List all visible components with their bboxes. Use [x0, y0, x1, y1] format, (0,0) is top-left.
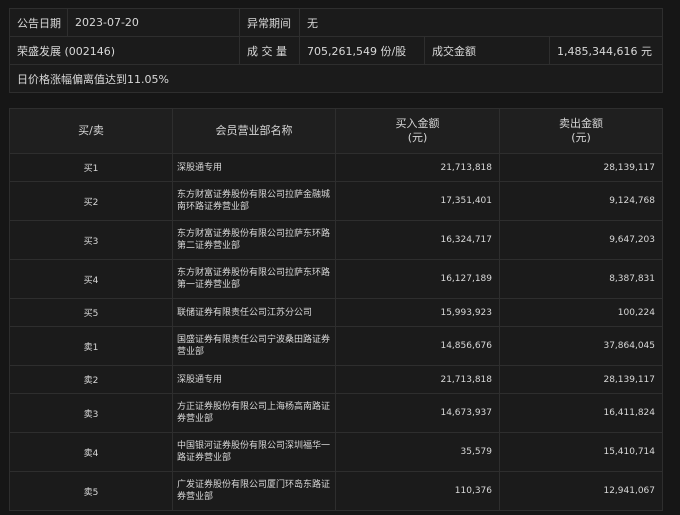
table-row: 卖4 中国银河证券股份有限公司深圳福华一路证券营业部 35,579 15,410… — [9, 432, 663, 472]
row-side: 卖3 — [9, 393, 173, 433]
table-row: 卖2 深股通专用 21,713,818 28,139,117 — [9, 365, 663, 394]
row-sell-amount: 9,124,768 — [499, 181, 663, 221]
row-broker: 深股通专用 — [172, 365, 336, 394]
broker-trades-table: 买/卖 会员营业部名称 买入金额 (元) 卖出金额 (元) 买1 深股通专用 21,… — [9, 108, 663, 511]
row-buy-amount: 14,856,676 — [335, 326, 500, 366]
row-broker: 东方财富证券股份有限公司拉萨金融城南环路证券营业部 — [172, 181, 336, 221]
row-sell-amount: 28,139,117 — [499, 365, 663, 394]
row-broker: 联储证券有限责任公司江苏分公司 — [172, 298, 336, 327]
amount-value: 1,485,344,616 元 — [548, 36, 664, 65]
row-buy-amount: 21,713,818 — [335, 365, 500, 394]
row-side: 买5 — [9, 298, 173, 327]
row-side: 买2 — [9, 181, 173, 221]
row-broker: 方正证券股份有限公司上海杨高南路证券营业部 — [172, 393, 336, 433]
header-sell-unit: (元) — [571, 131, 591, 144]
table-row: 买5 联储证券有限责任公司江苏分公司 15,993,923 100,224 — [9, 298, 663, 327]
row-buy-amount: 110,376 — [335, 471, 500, 511]
row-sell-amount: 8,387,831 — [499, 259, 663, 299]
amount-label: 成交金额 — [424, 36, 550, 65]
row-side: 买4 — [9, 259, 173, 299]
abnormal-reason: 日价格涨幅偏离值达到11.05% — [8, 64, 664, 93]
table-header-row: 买/卖 会员营业部名称 买入金额 (元) 卖出金额 (元) — [9, 108, 663, 154]
row-sell-amount: 16,411,824 — [499, 393, 663, 433]
row-sell-amount: 37,864,045 — [499, 326, 663, 366]
volume-label: 成 交 量 — [239, 36, 300, 65]
row-broker: 国盛证券有限责任公司宁波桑田路证券营业部 — [172, 326, 336, 366]
row-sell-amount: 9,647,203 — [499, 220, 663, 260]
row-side: 卖2 — [9, 365, 173, 394]
row-buy-amount: 21,713,818 — [335, 153, 500, 182]
table-row: 买4 东方财富证券股份有限公司拉萨东环路第一证券营业部 16,127,189 8… — [9, 259, 663, 299]
table-row: 卖1 国盛证券有限责任公司宁波桑田路证券营业部 14,856,676 37,86… — [9, 326, 663, 366]
row-sell-amount: 100,224 — [499, 298, 663, 327]
row-side: 买1 — [9, 153, 173, 182]
row-broker: 中国银河证券股份有限公司深圳福华一路证券营业部 — [172, 432, 336, 472]
row-buy-amount: 15,993,923 — [335, 298, 500, 327]
table-row: 卖5 广发证券股份有限公司厦门环岛东路证券营业部 110,376 12,941,… — [9, 471, 663, 511]
row-broker: 广发证券股份有限公司厦门环岛东路证券营业部 — [172, 471, 336, 511]
row-buy-amount: 16,324,717 — [335, 220, 500, 260]
header-buy-unit: (元) — [407, 131, 428, 144]
header-sell: 卖出金额 (元) — [499, 108, 663, 154]
header-buy: 买入金额 (元) — [335, 108, 500, 154]
row-sell-amount: 12,941,067 — [499, 471, 663, 511]
announce-date-label: 公告日期 — [9, 8, 68, 37]
row-buy-amount: 35,579 — [335, 432, 500, 472]
table-row: 买1 深股通专用 21,713,818 28,139,117 — [9, 153, 663, 182]
row-sell-amount: 15,410,714 — [499, 432, 663, 472]
row-broker: 东方财富证券股份有限公司拉萨东环路第一证券营业部 — [172, 259, 336, 299]
row-buy-amount: 17,351,401 — [335, 181, 500, 221]
row-side: 卖4 — [9, 432, 173, 472]
row-side: 卖1 — [9, 326, 173, 366]
header-sell-title: 卖出金额 — [559, 117, 603, 130]
row-buy-amount: 14,673,937 — [335, 393, 500, 433]
header-side: 买/卖 — [9, 108, 173, 154]
announcement-info-table: 公告日期 2023-07-20 异常期间 无 荣盛发展 (002146) 成 交… — [8, 8, 664, 93]
header-broker: 会员营业部名称 — [172, 108, 336, 154]
row-buy-amount: 16,127,189 — [335, 259, 500, 299]
announce-date-value: 2023-07-20 — [67, 8, 240, 37]
table-row: 买2 东方财富证券股份有限公司拉萨金融城南环路证券营业部 17,351,401 … — [9, 181, 663, 221]
abnormal-period-label: 异常期间 — [239, 8, 300, 37]
row-side: 卖5 — [9, 471, 173, 511]
row-broker: 深股通专用 — [172, 153, 336, 182]
row-sell-amount: 28,139,117 — [499, 153, 663, 182]
row-side: 买3 — [9, 220, 173, 260]
table-row: 卖3 方正证券股份有限公司上海杨高南路证券营业部 14,673,937 16,4… — [9, 393, 663, 433]
header-buy-title: 买入金额 — [395, 117, 440, 130]
volume-value: 705,261,549 份/股 — [299, 36, 425, 65]
row-broker: 东方财富证券股份有限公司拉萨东环路第二证券营业部 — [172, 220, 336, 260]
table-row: 买3 东方财富证券股份有限公司拉萨东环路第二证券营业部 16,324,717 9… — [9, 220, 663, 260]
abnormal-period-value: 无 — [298, 8, 664, 37]
stock-name: 荣盛发展 (002146) — [9, 36, 240, 65]
